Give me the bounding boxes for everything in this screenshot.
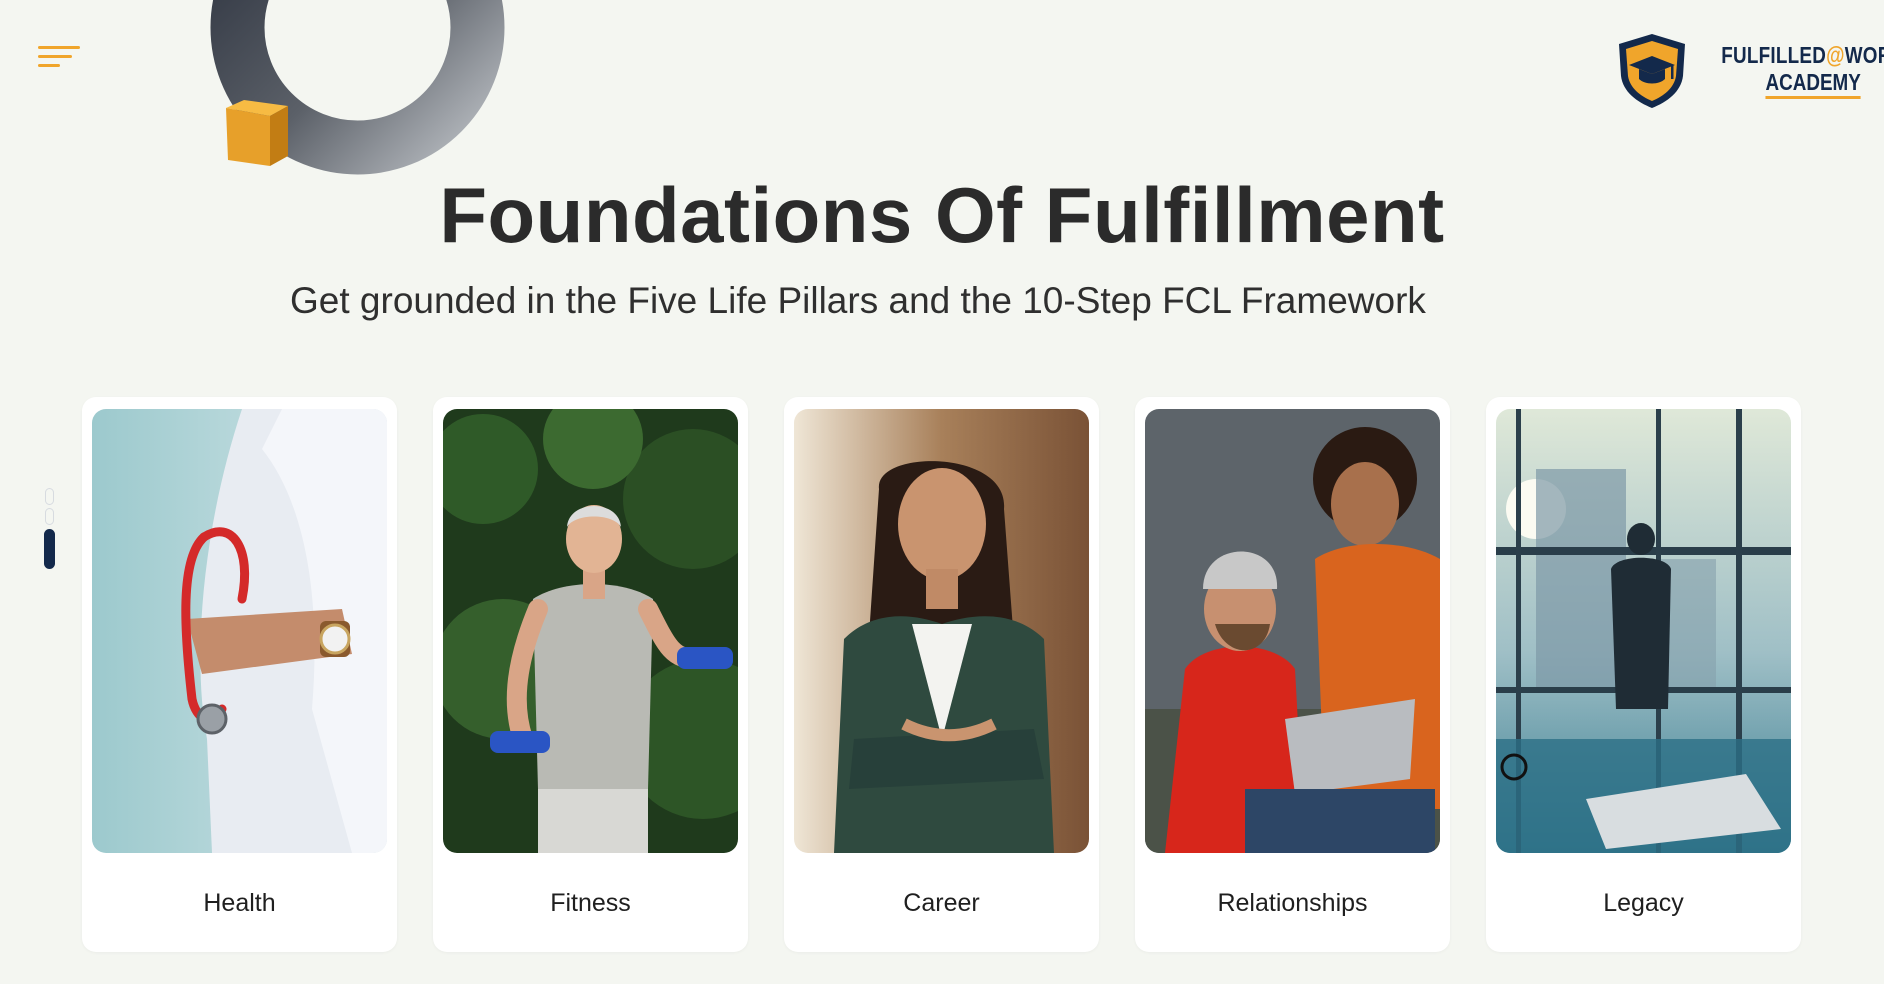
brand-logo[interactable]: FULFILLED@WORK ACADEMY xyxy=(1615,30,1884,112)
pager-dot-active[interactable] xyxy=(43,529,55,569)
pillar-card-career[interactable]: Career xyxy=(784,397,1099,952)
career-photo xyxy=(794,409,1089,853)
page-subtitle: Get grounded in the Five Life Pillars an… xyxy=(290,280,1426,321)
pillar-card-relationships[interactable]: Relationships xyxy=(1135,397,1450,952)
logo-wordmark-line2: ACADEMY xyxy=(1765,70,1862,99)
pillar-cards: Health Fitness Career Relationships Lega… xyxy=(82,397,1801,952)
pillar-label: Fitness xyxy=(550,889,631,917)
pager-dot[interactable] xyxy=(44,488,54,505)
hamburger-menu-icon[interactable] xyxy=(38,46,80,72)
health-photo xyxy=(92,409,387,853)
legacy-photo xyxy=(1496,409,1791,853)
pillar-card-legacy[interactable]: Legacy xyxy=(1486,397,1801,952)
pillar-card-health[interactable]: Health xyxy=(82,397,397,952)
logo-wordmark-line1: FULFILLED@WORK xyxy=(1721,41,1884,68)
relationships-photo xyxy=(1145,409,1440,853)
pillar-label: Relationships xyxy=(1217,889,1368,917)
page-title: Foundations Of Fulfillment xyxy=(439,171,1445,259)
graduation-cap-shield-icon xyxy=(1619,34,1685,108)
decorative-cube-graphic xyxy=(226,100,288,166)
section-pager xyxy=(43,488,55,572)
pillar-card-fitness[interactable]: Fitness xyxy=(433,397,748,952)
pillar-label: Legacy xyxy=(1603,889,1684,917)
pillar-label: Health xyxy=(203,889,276,917)
pillar-label: Career xyxy=(903,889,980,917)
pager-dot[interactable] xyxy=(44,508,54,525)
fitness-photo xyxy=(443,409,738,853)
